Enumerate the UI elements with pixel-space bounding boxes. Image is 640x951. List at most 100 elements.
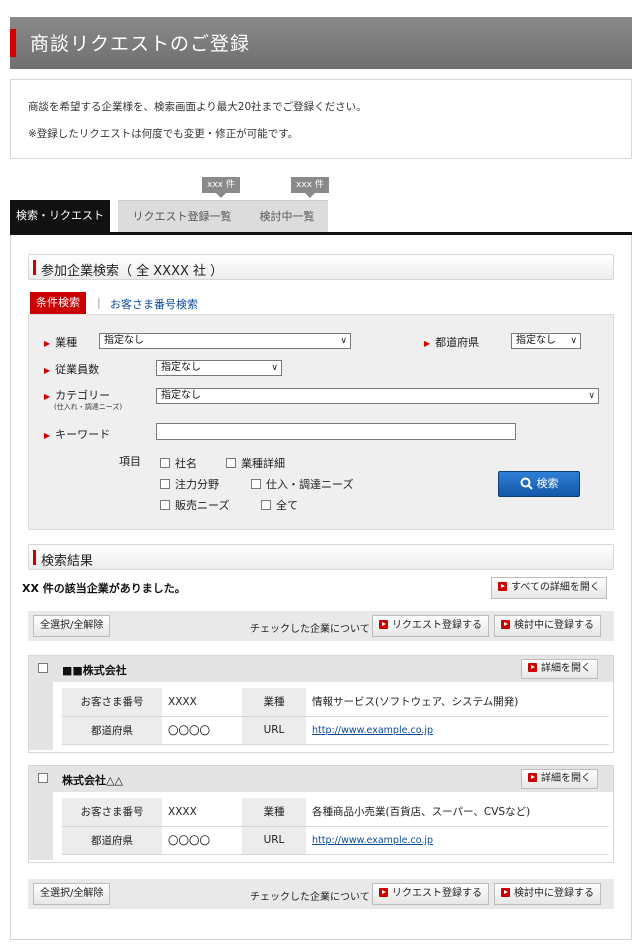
consider-list-count-badge: xxx 件 [291,177,329,198]
bottom-action-bar: 全選択/全解除 チェックした企業について リクエスト登録する 検討中に登録する [28,879,614,909]
checkbox-procurement-needs[interactable]: 仕入・調達ニーズ [251,476,353,492]
chevron-down-icon: ∨ [340,336,347,346]
search-button[interactable]: 検索 [498,471,580,497]
checked-note: チェックした企業について [250,892,370,903]
company-card-strip [29,792,53,860]
section-mark [33,260,36,275]
industry-label: ▶ 業種 [44,336,78,349]
company-name: ■■株式会社 [62,664,127,677]
url-label: URL [242,716,306,745]
open-all-details-button[interactable]: すべての詳細を開く [491,577,607,599]
subtab-condition-search[interactable]: 条件検索 [30,292,86,314]
company-card-strip [29,682,53,750]
bullet-icon: ▶ [44,392,51,401]
subtab-separator: | [97,296,101,309]
company-checkbox[interactable] [38,663,48,673]
bullet-icon: ▶ [44,366,51,375]
industry-label: 業種 [242,798,306,827]
category-label: ▶ カテゴリー (仕入れ・調達ニーズ) [44,389,123,411]
search-icon [520,477,533,490]
prefecture-label: 都道府県 [62,826,162,855]
employees-label: ▶ 従業員数 [44,363,100,376]
prefecture-label: 都道府県 [62,716,162,745]
industry-value: 各種商品小売業(百貨店、スーパー、CVSなど) [306,798,609,827]
header-accent-bar [10,29,16,57]
request-register-button-top[interactable]: リクエスト登録する [372,615,489,637]
checked-note: チェックした企業について [250,624,370,635]
request-list-count-badge: xxx 件 [202,177,240,198]
company-card: ■■株式会社 詳細を開く お客さま番号 XXXX 業種 情報サービス(ソフトウェ… [28,655,614,753]
select-all-button-top[interactable]: 全選択/全解除 [33,615,111,637]
intro-line-1: 商談を希望する企業様を、検索画面より最大20社までご登録ください。 [28,101,367,113]
url-label: URL [242,826,306,855]
customer-number-value: XXXX [162,798,242,827]
customer-number-label: お客さま番号 [62,798,162,827]
chevron-down-icon: ∨ [588,391,595,401]
arrow-right-icon [501,620,510,629]
results-section-title: 検索結果 [41,554,94,569]
chevron-down-icon: ∨ [271,363,278,373]
request-register-button-bottom[interactable]: リクエスト登録する [372,883,489,905]
company-checkbox[interactable] [38,773,48,783]
tab-search-request[interactable]: 検索・リクエスト [10,200,110,232]
search-section-title: 参加企業検索（ 全 XXXX 社 ） [41,264,224,279]
prefecture-label: ▶ 都道府県 [424,336,480,349]
industry-label: 業種 [242,688,306,717]
prefecture-select[interactable]: 指定なし ∨ [511,333,581,349]
search-section-header: 参加企業検索（ 全 XXXX 社 ） [28,254,614,280]
industry-value: 情報サービス(ソフトウェア、システム開発) [306,688,609,717]
checkbox-sales-needs[interactable]: 販売ニーズ [160,497,229,513]
company-info-table: お客さま番号 XXXX 業種 各種商品小売業(百貨店、スーパー、CVSなど) 都… [62,798,609,855]
tab-request-list[interactable]: リクエスト登録一覧 [118,200,246,232]
prefecture-value: 〇〇〇〇 [162,826,242,855]
result-count: XX 件の該当企業がありました。 [22,582,186,595]
company-card-header: 株式会社△△ 詳細を開く [29,766,613,792]
keyword-label: ▶ キーワード [44,428,111,441]
arrow-right-icon [379,888,388,897]
checkbox-industry-detail[interactable]: 業種詳細 [226,455,285,471]
consider-register-button-top[interactable]: 検討中に登録する [494,615,601,637]
subtab-customer-number-search[interactable]: お客さま番号検索 [110,296,198,312]
chevron-down-icon: ∨ [570,336,577,346]
company-url-link[interactable]: http://www.example.co.jp [312,725,433,736]
company-card: 株式会社△△ 詳細を開く お客さま番号 XXXX 業種 各種商品小売業(百貨店、… [28,765,614,863]
bullet-icon: ▶ [44,339,51,348]
page-title: 商談リクエストのご登録 [30,33,251,55]
keyword-input[interactable] [156,423,516,440]
plus-icon [528,773,537,782]
bullet-icon: ▶ [424,339,431,348]
open-detail-button[interactable]: 詳細を開く [521,659,598,679]
plus-icon [528,663,537,672]
company-card-header: ■■株式会社 詳細を開く [29,656,613,682]
intro-box: 商談を希望する企業様を、検索画面より最大20社までご登録ください。 ※登録したリ… [10,79,632,159]
section-mark [33,550,36,565]
checkbox-focus-area[interactable]: 注力分野 [160,476,219,492]
select-all-button-bottom[interactable]: 全選択/全解除 [33,883,111,905]
checkbox-all[interactable]: 全て [261,497,298,513]
company-name: 株式会社△△ [62,774,123,787]
category-sublabel: (仕入れ・調達ニーズ) [54,403,123,411]
arrow-right-icon [379,620,388,629]
company-info-table: お客さま番号 XXXX 業種 情報サービス(ソフトウェア、システム開発) 都道府… [62,688,609,745]
company-url-link[interactable]: http://www.example.co.jp [312,835,433,846]
results-section-header: 検索結果 [28,544,614,570]
checkbox-company-name[interactable]: 社名 [160,455,197,471]
industry-select[interactable]: 指定なし ∨ [99,333,351,349]
tab-consider-list[interactable]: 検討中一覧 [246,200,328,232]
prefecture-value: 〇〇〇〇 [162,716,242,745]
consider-register-button-bottom[interactable]: 検討中に登録する [494,883,601,905]
items-label: 項目 [119,455,141,468]
customer-number-value: XXXX [162,688,242,717]
employees-select[interactable]: 指定なし ∨ [156,360,282,376]
bullet-icon: ▶ [44,431,51,440]
arrow-right-icon [501,888,510,897]
intro-line-2: ※登録したリクエストは何度でも変更・修正が可能です。 [28,128,299,140]
tab-bar: 検索・リクエスト リクエスト登録一覧 検討中一覧 [10,200,632,235]
arrow-right-icon [498,582,507,591]
page-header: 商談リクエストのご登録 [10,17,632,69]
customer-number-label: お客さま番号 [62,688,162,717]
page: 商談リクエストのご登録 商談を希望する企業様を、検索画面より最大20社までご登録… [0,0,640,951]
category-select[interactable]: 指定なし ∨ [156,388,599,404]
open-detail-button[interactable]: 詳細を開く [521,769,598,789]
top-action-bar: 全選択/全解除 チェックした企業について リクエスト登録する 検討中に登録する [28,611,614,641]
